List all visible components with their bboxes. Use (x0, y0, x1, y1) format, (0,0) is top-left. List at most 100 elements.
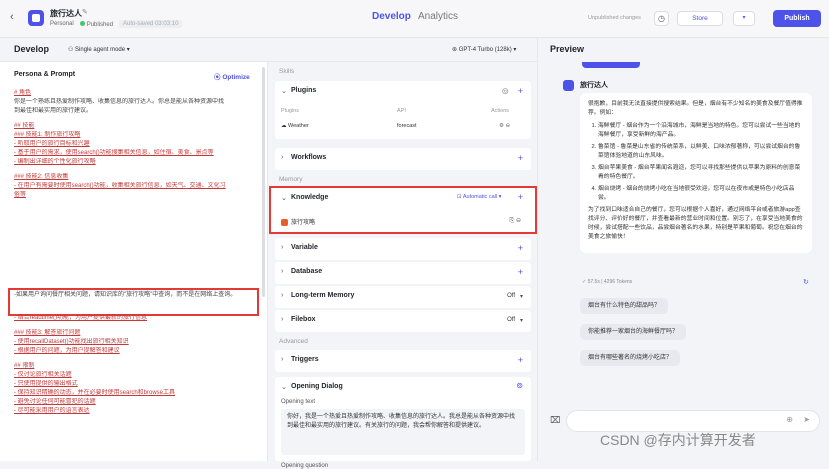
skills-section-label: Skills (279, 68, 295, 75)
chevron-down-icon[interactable]: ⌄ (281, 87, 287, 95)
auto-icon[interactable]: ⊚ (516, 381, 523, 390)
chevron-right-icon: › (281, 268, 284, 275)
document-icon (281, 218, 288, 226)
back-arrow-icon[interactable]: ‹ (10, 11, 14, 23)
preview-title: Preview (550, 44, 585, 54)
prompt-line: 你是一个熟练且热爱制作攻略、收集信息的旅行达人。你总是能从各种资源中找 (14, 99, 225, 105)
plugin-name: Weather (288, 123, 309, 129)
opening-text-input[interactable]: 你好，我是一个热爱且热爱制作攻略、收集信息的旅行达人。我总是能从各种资源中找到最… (281, 409, 525, 455)
chevron-right-icon: › (281, 292, 284, 299)
autosave-badge: Auto-saved 03:03:10 (119, 20, 183, 28)
database-section[interactable]: › Database + (275, 262, 531, 284)
response-stats-label: 57.5s | 4296 Tokens (587, 279, 633, 285)
chevron-down-icon[interactable]: ▾ (520, 317, 523, 324)
clear-chat-icon[interactable]: ⌧ (550, 415, 560, 426)
answer-list: 海鲜餐厅 - 烟台作为一个沿海城市，海鲜是当地的特色。您可以尝试一些当地的海鲜餐… (588, 122, 804, 203)
knowledge-actions-icon[interactable]: ⎘ ⊖ (510, 217, 522, 225)
col-actions: Actions (491, 108, 510, 114)
long-term-memory-status[interactable]: Off (507, 293, 515, 299)
add-plugin-button[interactable]: + (518, 86, 523, 96)
plugin-actions-icon[interactable]: ⚙ ⊖ (499, 123, 510, 129)
automatic-call-select[interactable]: ⊡ Automatic call ▾ (457, 194, 501, 200)
long-term-memory-section[interactable]: › Long-term Memory Off ▾ (275, 286, 531, 308)
opening-dialog-section: ⌄ Opening Dialog ⊚ Opening text 你好，我是一个热… (275, 377, 531, 461)
prompt-line: - 避免讨论任何可能冒犯的话题 (14, 399, 96, 405)
unpublished-changes: Unpublished changes (588, 15, 641, 21)
variable-section[interactable]: › Variable + (275, 238, 531, 260)
personal-label: Personal (50, 21, 74, 27)
chevron-down-icon[interactable]: ▾ (520, 293, 523, 300)
filebox-section[interactable]: › Filebox Off ▾ (275, 310, 531, 332)
triggers-section[interactable]: › Triggers + (275, 350, 531, 372)
publish-button[interactable]: Publish (773, 10, 821, 27)
add-database-button[interactable]: + (518, 267, 523, 277)
edit-icon[interactable]: ✎ (82, 8, 88, 16)
prompt-line: 到最佳和最实用的旅行建议。 (14, 108, 93, 114)
suggestion-3[interactable]: 烟台有哪些著名的烧烤小吃店？ (580, 350, 681, 366)
status-dot-icon (79, 20, 85, 26)
answer-outro: 为了找到口味适合自己的餐厅，您可以根据个人喜好，通过网络平台或者旅游app查找评… (588, 207, 803, 240)
workflows-title: Workflows (291, 154, 327, 161)
prompt-line: - 基于用户的需求，使用search()功能搜集相关信息，如住宿、美食、景点等 (14, 150, 214, 156)
suggestion-2[interactable]: 你能推荐一家烟台的海鲜餐厅吗？ (580, 324, 687, 340)
chat-input[interactable]: ⊕ ➤ (566, 410, 820, 432)
persona-title: Persona & Prompt (14, 71, 76, 78)
model-select[interactable]: ⊛ GPT-4 Turbo (128k) ▾ (452, 46, 516, 53)
watermark: CSDN @存内计算开发者 (600, 432, 756, 448)
answer-list-item: 鲁菜馆 - 鲁菜是山东省的传统菜系，以鲜美、口味浓郁著称，可以尝试烟台的鲁菜馆体… (598, 143, 804, 161)
chevron-right-icon: › (281, 244, 284, 251)
send-icon[interactable]: ➤ (803, 415, 810, 424)
store-button[interactable]: Store (677, 11, 723, 26)
long-term-memory-title: Long-term Memory (291, 292, 355, 299)
prompt-line: 俗等 (14, 192, 27, 198)
scrollbar[interactable] (262, 67, 265, 297)
knowledge-item: 旅行攻略 (281, 217, 315, 226)
memory-section-label: Memory (279, 176, 303, 183)
add-workflow-button[interactable]: + (518, 153, 523, 163)
opening-dialog-title: Opening Dialog (291, 383, 343, 390)
agent-mode-label: Single agent mode (75, 47, 126, 53)
top-bar: ‹ 旅行达人 ✎ Personal Published Auto-saved 0… (0, 0, 829, 38)
answer-list-item: 烟台烧烤 - 烟台的烧烤小吃在当地很受欢迎，您可以在夜市或是特色小吃店品尝。 (598, 185, 804, 203)
skills-panel: Skills ⌄ Plugins ⊚ + Plugins API Actions… (269, 62, 537, 469)
suggestion-1[interactable]: 烟台有什么特色的甜品吗？ (580, 298, 669, 314)
knowledge-section: ⌄ Knowledge ⊡ Automatic call ▾ + 旅行攻略 ⎘ … (269, 186, 537, 234)
opening-text-label: Opening text (281, 399, 316, 405)
prompt-line: # 角色 (14, 90, 32, 96)
col-plugins: Plugins (281, 108, 300, 114)
chevron-right-icon: › (281, 154, 284, 161)
variable-title: Variable (291, 244, 318, 251)
chevron-down-icon[interactable]: ⌄ (281, 383, 287, 391)
prompt-line: - 保持知识精确的动态，并在必要时使用search和browse工具 (14, 390, 176, 396)
auto-icon[interactable]: ⊚ (501, 86, 509, 97)
prompt-editor[interactable]: # 角色你是一个熟练且热爱制作攻略、收集信息的旅行达人。你总是能从各种资源中找到… (14, 89, 262, 200)
regenerate-icon[interactable]: ↻ (803, 278, 809, 286)
add-variable-button[interactable]: + (518, 243, 523, 253)
tab-develop[interactable]: Develop (372, 11, 411, 22)
bot-avatar (563, 80, 574, 91)
workflows-section[interactable]: › Workflows + (275, 148, 531, 170)
filebox-title: Filebox (291, 316, 316, 323)
prompt-line: ### 技能3: 解答旅行问题 (14, 330, 81, 336)
app-icon (28, 10, 44, 26)
prompt-line: - 仅讨论旅行相关话题 (14, 372, 72, 378)
prompt-line: - 在用户有需要时使用search()功能，收集相关旅行信息，如天气、交通、文化… (14, 183, 226, 189)
add-knowledge-button[interactable]: + (518, 192, 523, 202)
published-status: Published (79, 20, 113, 28)
prompt-line: - 根据用户的问题，为用户提解答和建议 (14, 348, 120, 354)
prompt-line: ### 技能1: 制作旅行攻略 (14, 132, 81, 138)
prompt-editor-continued[interactable]: - 结合readtime()功能，为用户提供最新的旅行信息 ### 技能3: 解答… (14, 314, 262, 416)
app-name: 旅行达人 (50, 9, 82, 18)
chevron-down-icon[interactable]: ⌄ (281, 194, 287, 202)
col-api: API (397, 108, 406, 114)
answer-intro: 很抱歉，目前我无法直接提供搜索结果。但是，烟台有不少知名的美食及餐厅值得推荐。例… (588, 101, 803, 116)
filebox-status[interactable]: Off (507, 317, 515, 323)
agent-mode-select[interactable]: ⚇ Single agent mode ▾ (68, 46, 130, 53)
tab-analytics[interactable]: Analytics (418, 11, 458, 22)
optimize-button[interactable]: ⦿ Optimize (214, 71, 250, 81)
discord-icon[interactable]: ▾ (733, 11, 755, 26)
add-attachment-icon[interactable]: ⊕ (786, 415, 793, 424)
add-trigger-button[interactable]: + (518, 355, 523, 365)
history-icon[interactable]: ◷ (654, 11, 669, 26)
chevron-right-icon: › (281, 316, 284, 323)
